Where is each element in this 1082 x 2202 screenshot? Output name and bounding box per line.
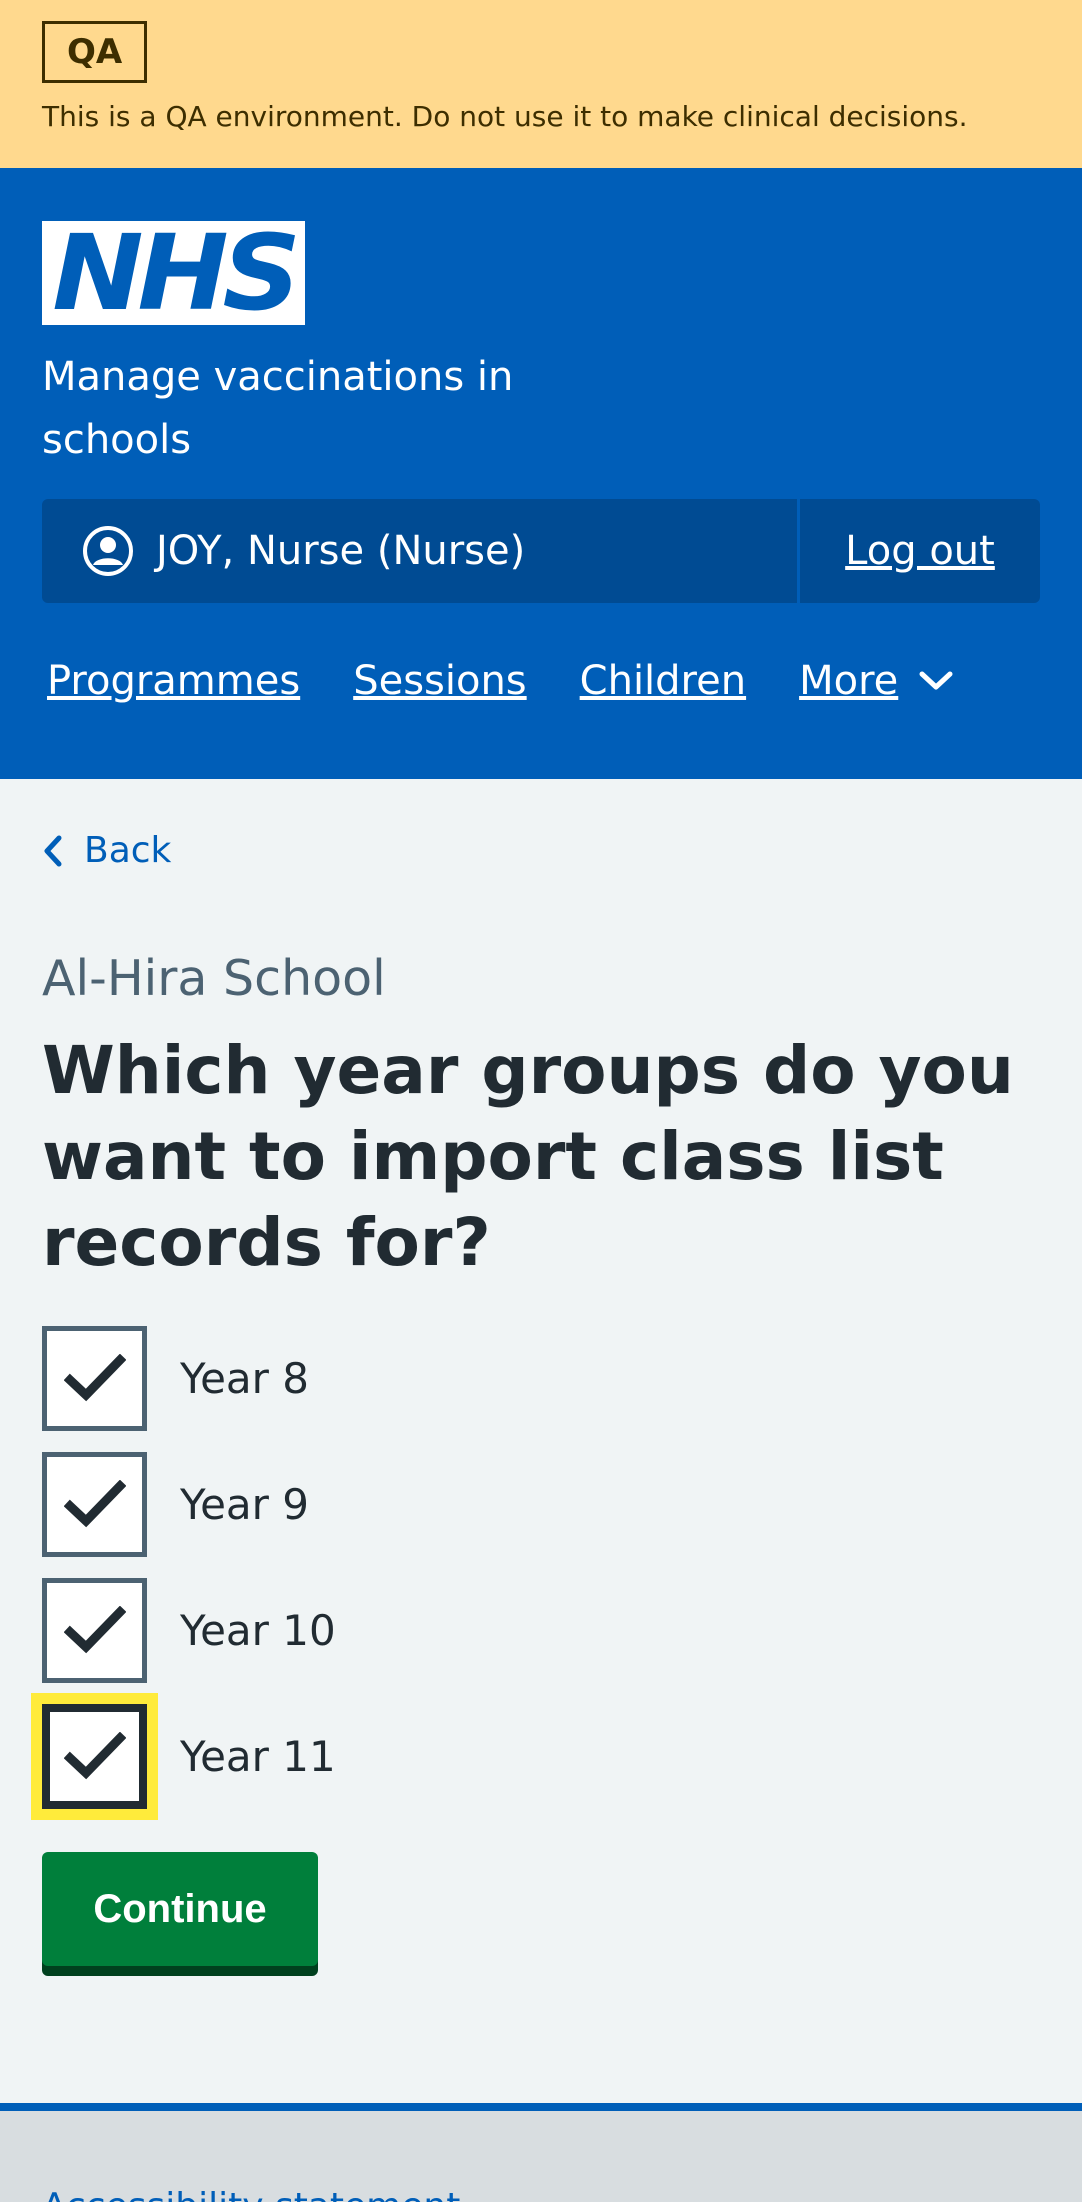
- checkbox-label-year-10[interactable]: Year 10: [180, 1606, 336, 1655]
- checkmark-icon: [63, 1731, 126, 1779]
- qa-message: This is a QA environment. Do not use it …: [42, 100, 968, 133]
- logout-link[interactable]: Log out: [800, 499, 1040, 603]
- chevron-left-icon: [44, 835, 62, 866]
- qa-environment-banner: QA This is a QA environment. Do not use …: [0, 0, 1082, 168]
- account-user-name: JOY, Nurse (Nurse): [156, 528, 526, 574]
- primary-navigation: Programmes Sessions Children More: [47, 658, 1007, 704]
- user-icon: [83, 526, 133, 576]
- school-caption: Al-Hira School: [42, 950, 386, 1007]
- chevron-down-icon: [919, 671, 953, 690]
- checkbox-year-8[interactable]: [42, 1326, 147, 1431]
- accessibility-statement-link[interactable]: Accessibility statement: [42, 2186, 460, 2202]
- nhs-logo-text: NHS: [52, 212, 301, 334]
- nav-item-children[interactable]: Children: [580, 658, 746, 704]
- checkbox-label-year-9[interactable]: Year 9: [180, 1480, 309, 1529]
- qa-tag: QA: [42, 21, 148, 83]
- nav-item-programmes[interactable]: Programmes: [47, 658, 300, 704]
- continue-button[interactable]: Continue: [42, 1852, 318, 1966]
- checkbox-item-year-11[interactable]: Year 11: [42, 1704, 336, 1809]
- checkbox-label-year-8[interactable]: Year 8: [180, 1354, 309, 1403]
- checkbox-item-year-10[interactable]: Year 10: [42, 1578, 336, 1683]
- checkmark-icon: [63, 1353, 126, 1401]
- account-bar: JOY, Nurse (Nurse) Log out: [42, 499, 1040, 603]
- account-user: JOY, Nurse (Nurse): [42, 499, 800, 603]
- checkmark-icon: [63, 1479, 126, 1527]
- back-link-label: Back: [84, 830, 172, 871]
- service-name[interactable]: Manage vaccinations in schools: [42, 346, 562, 472]
- checkbox-year-11[interactable]: [42, 1704, 147, 1809]
- site-footer: Accessibility statement: [0, 2103, 1082, 2202]
- nav-item-more-label: More: [799, 658, 899, 704]
- checkmark-icon: [63, 1605, 126, 1653]
- page-title: Which year groups do you want to import …: [42, 1032, 1014, 1281]
- checkbox-year-10[interactable]: [42, 1578, 147, 1683]
- checkbox-year-9[interactable]: [42, 1452, 147, 1557]
- checkbox-label-year-11[interactable]: Year 11: [180, 1732, 336, 1781]
- nav-item-more[interactable]: More: [799, 658, 954, 704]
- back-link[interactable]: Back: [42, 830, 171, 871]
- site-header: NHS Manage vaccinations in schools JOY, …: [0, 168, 1082, 779]
- nhs-logo[interactable]: NHS: [42, 221, 305, 325]
- checkbox-item-year-9[interactable]: Year 9: [42, 1452, 309, 1557]
- checkbox-item-year-8[interactable]: Year 8: [42, 1326, 309, 1431]
- nav-item-sessions[interactable]: Sessions: [353, 658, 526, 704]
